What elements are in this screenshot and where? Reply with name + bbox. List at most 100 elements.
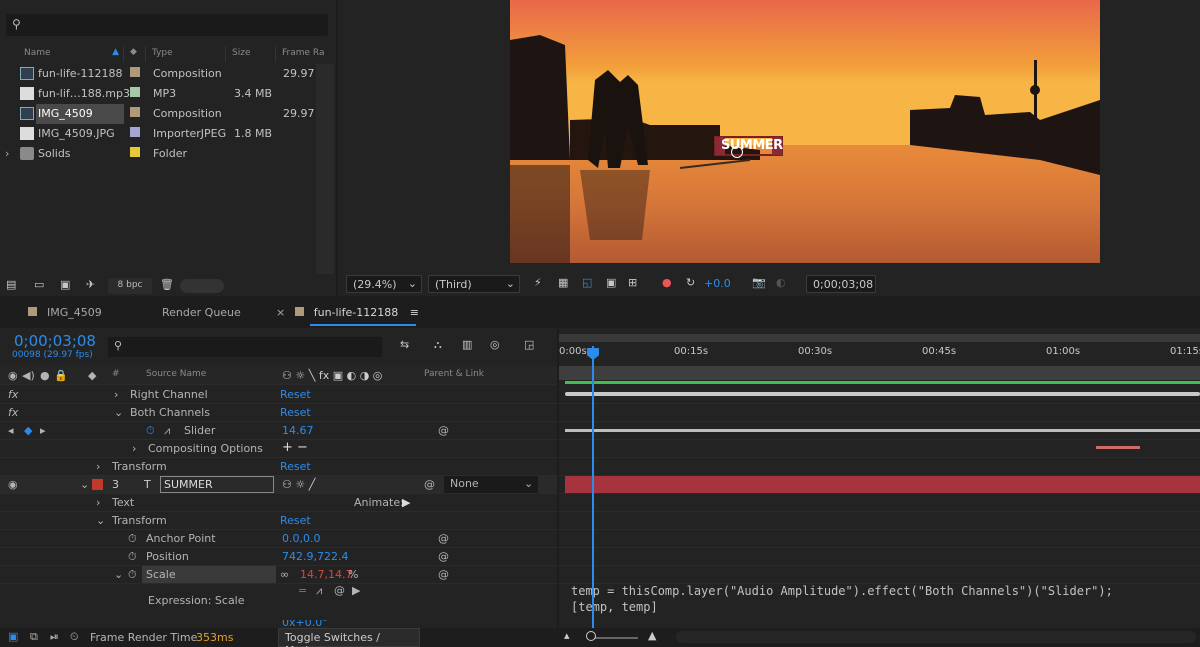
chevron-down-icon[interactable]: ⌄ [114,568,123,581]
timeline-scrollbar[interactable] [676,631,1196,643]
column-type[interactable]: Type [146,46,226,62]
compositing-options-row[interactable]: › Compositing Options + − [0,440,557,458]
playhead-line[interactable] [592,346,594,628]
video-switch-icon[interactable]: ◉ [8,369,18,382]
timeline-timecode[interactable]: 0;00;03;08 [14,332,96,350]
adjust-project-icon[interactable]: ✈ [86,278,95,291]
new-folder-icon[interactable]: ▭ [34,278,44,291]
anchor-point-value[interactable]: 0.0,0.0 [282,532,320,545]
expression-pickwhip-icon[interactable]: @ [334,584,345,597]
pick-whip-icon[interactable]: @ [438,568,449,581]
trash-icon[interactable]: 🗑 [160,278,174,291]
anchor-point-handle[interactable] [731,146,743,158]
region-of-interest-icon[interactable]: ▣ [606,276,616,289]
chevron-down-icon[interactable]: ⌄ [114,406,123,419]
transform-row[interactable]: ⌄ Transform Reset [0,512,557,530]
transform-row[interactable]: › Transform Reset [0,458,557,476]
project-scrollbar[interactable] [316,64,334,274]
chevron-right-icon[interactable]: › [114,388,118,401]
label-swatch[interactable] [92,479,103,490]
tab-render-queue[interactable]: Render Queue [162,306,241,319]
current-time-field[interactable]: 0;00;03;08 [806,275,876,293]
label-column-icon[interactable]: ◆ [126,46,146,62]
pick-whip-icon[interactable]: @ [438,532,449,545]
expression-editor[interactable]: temp = thisComp.layer("Audio Amplitude")… [571,583,1113,615]
column-size[interactable]: Size [226,46,276,62]
zoom-slider-thumb[interactable] [586,631,596,641]
layer-switches-icons[interactable]: ⚇ ☼ ╲ fx ▣ ◐ ◑ ◎ [282,369,382,382]
reset-link[interactable]: Reset [280,406,311,419]
summer-layer-bar[interactable] [565,476,1200,493]
bit-depth-button[interactable]: 8 bpc [108,278,152,294]
scale-row[interactable]: ⌄ ⏱ Scale ∞ 14.7,14.7 % @ [0,566,557,584]
reset-link[interactable]: Reset [280,460,311,473]
draft-3d-icon[interactable]: ⛬ [434,338,442,352]
zoom-out-icon[interactable]: ▴ [564,629,570,642]
position-value[interactable]: 742.9,722.4 [282,550,348,563]
thumbnail-slider[interactable] [180,279,224,293]
pick-whip-icon[interactable]: @ [438,424,449,437]
layer-row-summer[interactable]: ◉ ⌄ 3 T SUMMER ⚇ ☼ ╱ @ None ⌄ [0,476,557,494]
anchor-point-row[interactable]: ⏱ Anchor Point 0.0,0.0 @ [0,530,557,548]
effect-row-both-channels[interactable]: fx ⌄ Both Channels Reset [0,404,557,422]
comp-mini-flowchart-icon[interactable]: ⇆ [400,338,409,351]
rotation-row[interactable]: 0x+0.0° [0,620,557,628]
layer-switches-toggle-icon[interactable]: ▣ [8,630,18,643]
text-row[interactable]: › Text Animate: ▶ [0,494,557,512]
magnification-select[interactable]: (29.4%) ⌄ [346,275,422,293]
slider-value[interactable]: 14.67 [282,424,314,437]
resolution-select[interactable]: (Third) ⌄ [428,275,520,293]
solo-switch-icon[interactable]: ● [40,369,50,382]
label-swatch[interactable] [130,107,140,117]
tab-img-4509[interactable]: IMG_4509 [28,306,102,319]
composition-frame[interactable]: SUMMER [510,0,1100,263]
lock-switch-icon[interactable]: 🔒 [54,369,68,382]
label-swatch[interactable] [130,147,140,157]
pick-whip-icon[interactable]: @ [438,550,449,563]
label-icon[interactable]: ◆ [88,369,96,382]
scale-value[interactable]: 14.7,14.7 [300,568,352,581]
property-row-slider[interactable]: ◂ ◆ ▸ ⏱ ⩘ Slider 14.67 @ [0,422,557,440]
zoom-in-icon[interactable]: ▲ [648,629,656,642]
fx-icon[interactable]: fx [8,388,18,401]
graph-editor-icon[interactable]: ◲ [524,338,534,351]
effect-row-right-channel[interactable]: fx › Right Channel Reset [0,386,557,404]
snapshot-icon[interactable]: 📷 [752,276,766,289]
position-row[interactable]: ⏱ Position 742.9,722.4 @ [0,548,557,566]
stopwatch-icon[interactable]: ⏱ [128,568,137,582]
layer-name-field[interactable]: SUMMER [160,476,274,493]
constrain-proportions-icon[interactable]: ∞ [280,568,289,581]
previous-keyframe-icon[interactable]: ◂ [8,424,14,437]
color-channels-icon[interactable]: ● [662,276,672,289]
interpret-footage-icon[interactable]: ▤ [6,278,16,291]
label-swatch[interactable] [130,67,140,77]
reset-exposure-icon[interactable]: ↻ [686,276,695,289]
add-remove-icons[interactable]: + − [282,440,308,455]
render-time-icon[interactable]: ⏲ [70,630,79,644]
label-swatch[interactable] [130,127,140,137]
audio-switch-icon[interactable]: ◀) [22,369,35,382]
keyframe-icon[interactable]: ◆ [24,424,32,437]
parent-pick-whip-icon[interactable]: @ [424,478,435,491]
expression-row[interactable]: = ⩘ @ ▶ Expression: Scale [0,584,557,620]
fx-icon[interactable]: fx [8,406,18,419]
expression-graph-icon[interactable]: ⩘ [316,584,322,598]
work-area-bar[interactable] [559,334,1200,342]
column-frame-rate[interactable]: Frame Ra [276,46,330,62]
eye-icon[interactable]: ◉ [8,478,18,491]
reset-link[interactable]: Reset [280,388,311,401]
stopwatch-icon[interactable]: ⏱ [146,424,155,438]
source-name-header[interactable]: Source Name [146,369,206,379]
motion-blur-icon[interactable]: ◎ [490,338,500,351]
grid-guides-icon[interactable]: ⊞ [628,276,637,289]
chevron-right-icon[interactable]: › [96,460,100,473]
mask-visibility-icon[interactable]: ◱ [582,276,592,289]
toggle-switches-modes-button[interactable]: Toggle Switches / Modes [278,628,420,647]
chevron-right-icon[interactable]: › [96,496,100,509]
project-item[interactable]: fun-life-112188 Composition 29.97 ⊞ [0,64,336,84]
in-out-toggle-icon[interactable]: ⏯ [50,630,59,644]
close-icon[interactable]: × [276,306,285,319]
transfer-controls-icon[interactable]: ⧉ [30,630,38,644]
show-snapshot-icon[interactable]: ◐ [776,276,786,289]
project-search-input[interactable]: ⚲ [6,14,328,36]
